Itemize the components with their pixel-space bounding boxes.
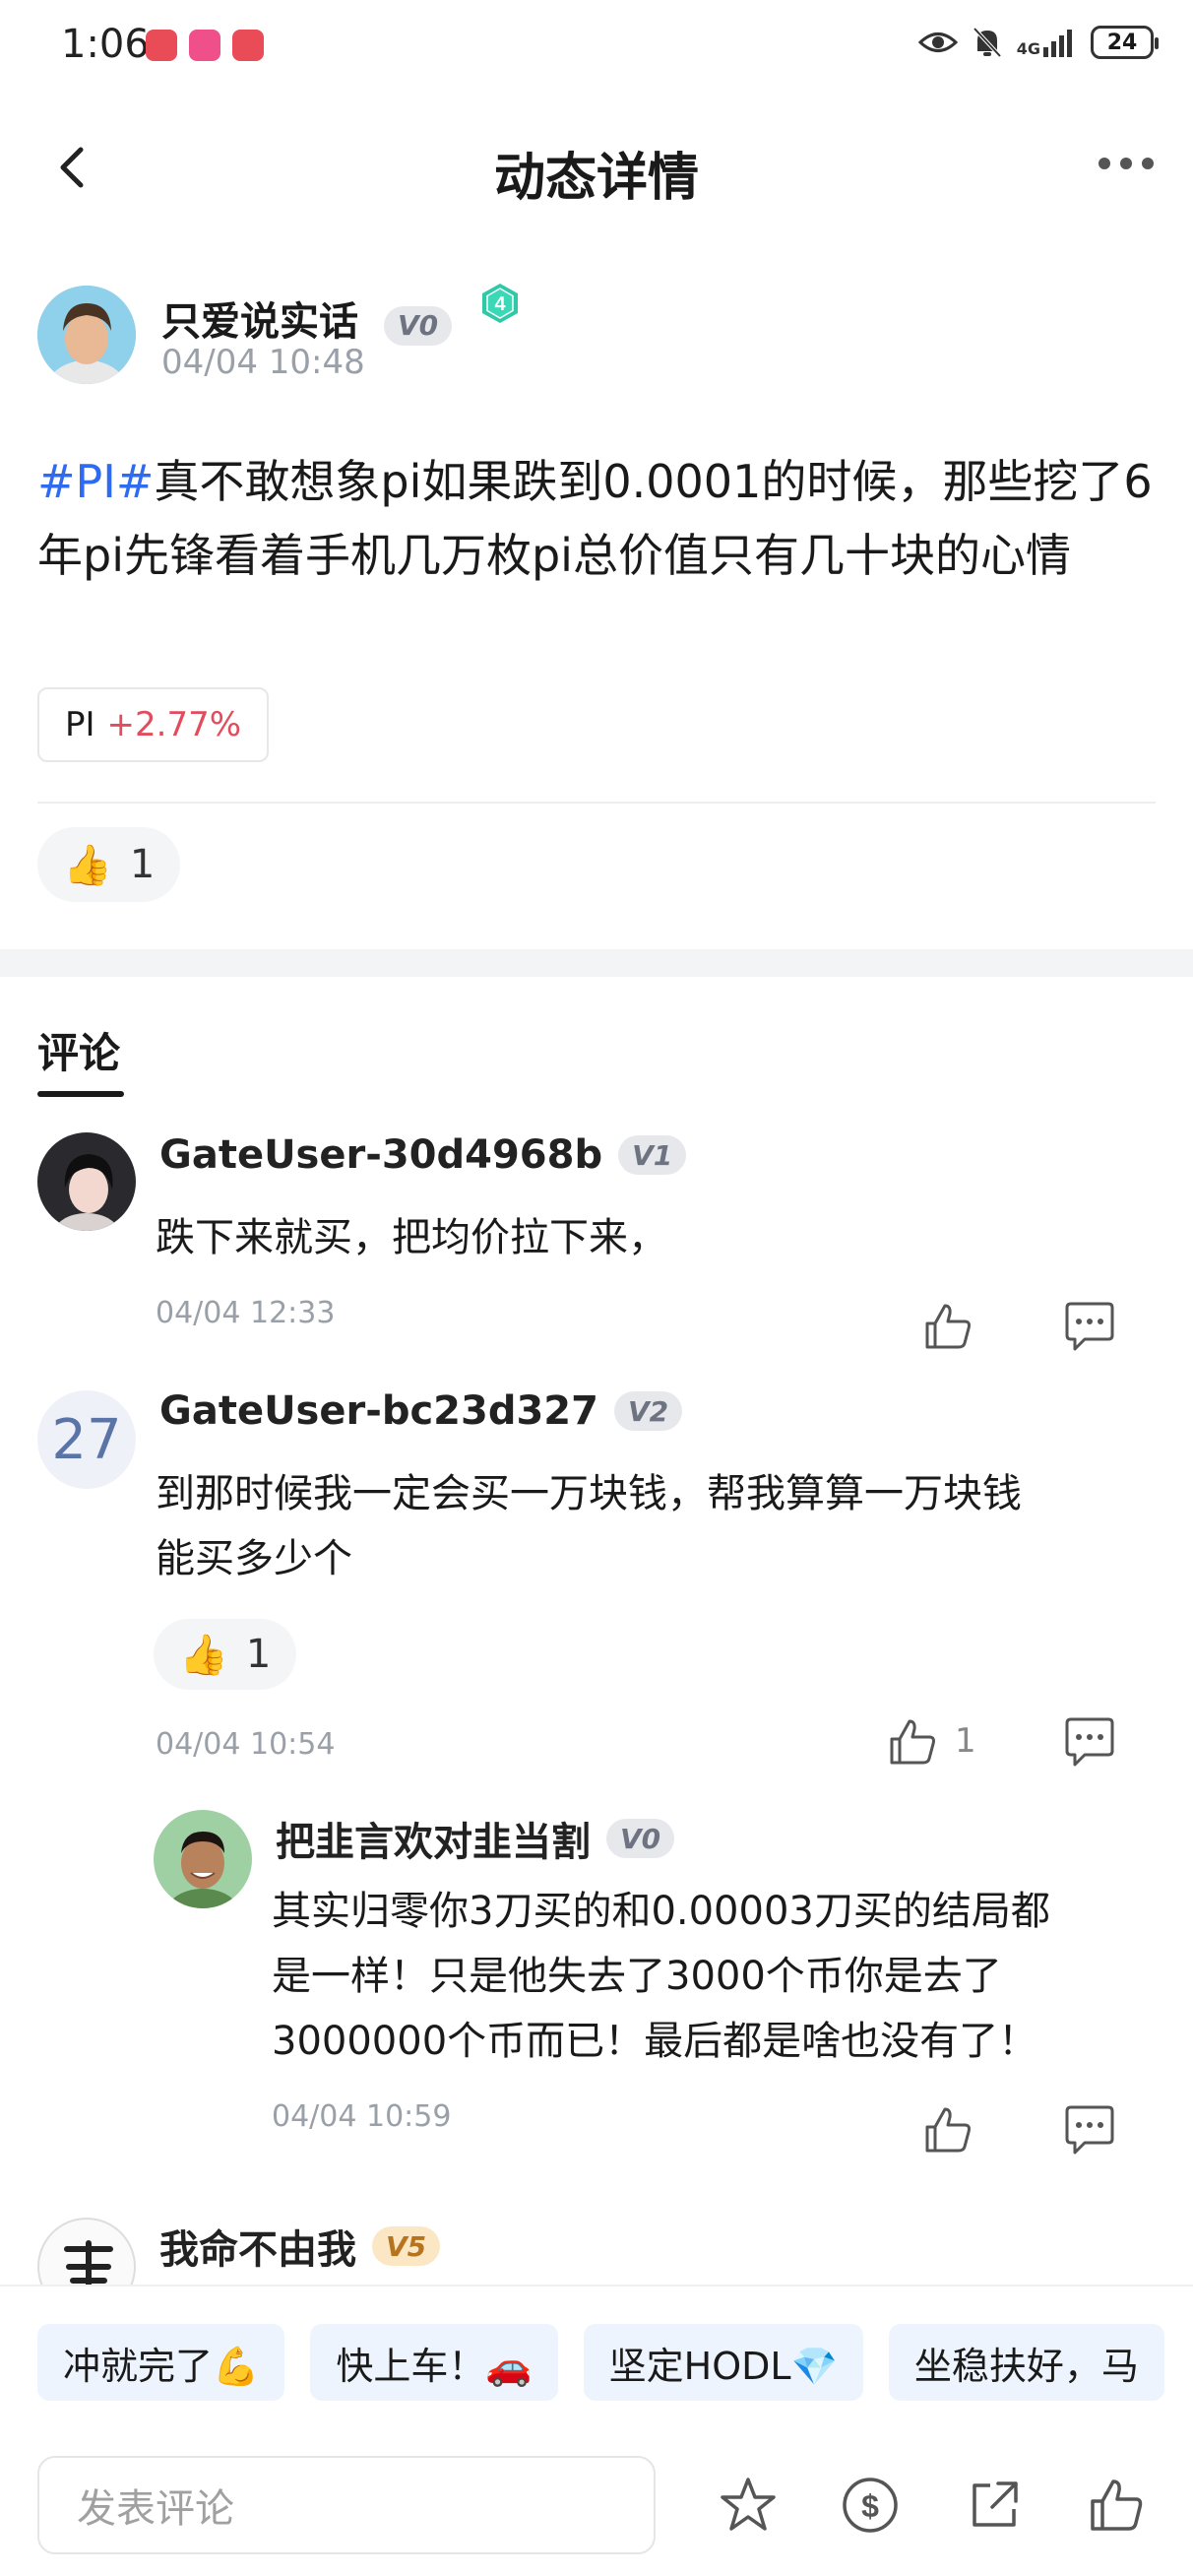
comment-text: 到那时候我一定会买一万块钱，帮我算算一万块钱 能买多少个 <box>156 1461 1140 1591</box>
commenter-name-row: GateUser-bc23d327 V2 <box>159 1388 683 1434</box>
comment-text-line: 到那时候我一定会买一万块钱，帮我算算一万块钱 <box>156 1471 1022 1516</box>
user-level-badge: V1 <box>618 1135 687 1175</box>
status-bar: 1:06 4G 24 <box>0 0 1193 98</box>
post-text: 真不敢想象pi如果跌到0.0001的时候，那些挖了6年pi先锋看着手机几万枚pi… <box>37 455 1153 582</box>
comment-date: 04/04 10:54 <box>156 1727 336 1762</box>
page-title: 动态详情 <box>493 149 699 208</box>
comments-tab[interactable]: 评论 <box>37 1020 120 1080</box>
comment-text: 其实归零你3刀买的和0.00003刀买的结局都 是一样！只是他失去了3000个币… <box>272 1879 1138 2074</box>
comment-reaction[interactable]: 👍 1 <box>154 1619 297 1690</box>
quick-reply-chips: 冲就完了💪 快上车！🚗 坚定HODL💎 坐稳扶好，马 <box>37 2324 1164 2401</box>
commenter-name[interactable]: GateUser-30d4968b <box>159 1132 602 1178</box>
commenter-name[interactable]: 我命不由我 <box>159 2218 356 2275</box>
svg-text:$: $ <box>861 2488 879 2524</box>
like-count: 1 <box>955 1721 976 1761</box>
header: 动态详情 <box>0 118 1193 217</box>
user-level-badge: V5 <box>372 2226 441 2266</box>
like-icon[interactable] <box>884 1713 941 1771</box>
user-level-badge: V0 <box>606 1819 675 1858</box>
avatar-initials: 27 <box>51 1407 122 1472</box>
share-icon[interactable] <box>963 2474 1026 2537</box>
reply-icon[interactable] <box>1061 1298 1118 1355</box>
eye-icon <box>917 32 958 52</box>
section-separator <box>0 949 1193 977</box>
comment-input[interactable]: 发表评论 <box>37 2456 656 2554</box>
user-level-badge: V2 <box>613 1391 683 1431</box>
post-content: #PI#真不敢想象pi如果跌到0.0001的时候，那些挖了6年pi先锋看着手机几… <box>37 445 1160 593</box>
mute-bell-icon <box>973 27 1002 58</box>
comments-tab-indicator <box>37 1091 124 1097</box>
app-notification-icon <box>146 30 177 61</box>
author-name-row: 只爱说实话 V0 <box>161 290 453 347</box>
tip-coin-icon[interactable]: $ <box>839 2474 902 2537</box>
quick-reply-chip[interactable]: 快上车！🚗 <box>310 2324 558 2401</box>
app-notification-icon <box>189 30 220 61</box>
reaction-count: 1 <box>129 842 156 887</box>
user-level-badge: V0 <box>383 305 453 346</box>
post-author: 只爱说实话 V0 4 04/04 10:48 <box>37 284 1160 394</box>
quick-reply-chip[interactable]: 冲就完了💪 <box>37 2324 285 2401</box>
hashtag-link[interactable]: #PI# <box>37 455 154 508</box>
comment-date: 04/04 12:33 <box>156 1296 336 1330</box>
commenter-name[interactable]: GateUser-bc23d327 <box>159 1388 598 1434</box>
author-name[interactable]: 只爱说实话 <box>161 299 358 345</box>
quick-reply-chip[interactable]: 坚定HODL💎 <box>583 2324 863 2401</box>
coin-change: +2.77% <box>106 705 242 744</box>
commenter-name[interactable]: 把韭言欢对韭当割 <box>276 1810 591 1867</box>
commenter-avatar[interactable] <box>37 1132 136 1231</box>
commenter-avatar[interactable] <box>154 1810 252 1908</box>
bottom-comment-bar: 冲就完了💪 快上车！🚗 坚定HODL💎 坐稳扶好，马 发表评论 $ <box>0 2285 1193 2576</box>
post-reaction[interactable]: 👍 1 <box>37 827 181 902</box>
commenter-name-row: GateUser-30d4968b V1 <box>159 1132 687 1178</box>
notification-icons <box>146 30 264 61</box>
like-icon[interactable] <box>919 1298 976 1355</box>
app-notification-icon <box>232 30 264 61</box>
divider <box>37 802 1156 804</box>
signal-icon: 4G <box>1017 28 1077 57</box>
comment-text-line: 能买多少个 <box>156 1536 352 1581</box>
coin-name: PI <box>65 705 95 744</box>
battery-indicator: 24 <box>1091 26 1159 59</box>
comment-text-line: 其实归零你3刀买的和0.00003刀买的结局都 <box>272 1889 1050 1934</box>
reaction-count: 1 <box>245 1632 272 1677</box>
more-options-icon[interactable] <box>1099 158 1154 169</box>
status-indicators: 4G 24 <box>917 26 1159 59</box>
like-icon[interactable] <box>1085 2474 1148 2537</box>
quick-reply-chip[interactable]: 坐稳扶好，马 <box>888 2324 1164 2401</box>
comment-date: 04/04 10:59 <box>272 2099 452 2134</box>
reply-icon[interactable] <box>1061 1713 1118 1771</box>
network-type: 4G <box>1016 39 1040 58</box>
rank-hexagon-badge: 4 <box>482 284 518 323</box>
commenter-avatar[interactable]: 27 <box>37 1390 136 1489</box>
comment-text-line: 3000000个币而已！最后都是啥也没有了！ <box>272 2019 1038 2064</box>
reply-icon[interactable] <box>1061 2101 1118 2158</box>
star-icon[interactable] <box>717 2474 780 2537</box>
comment-text: 跌下来就买，把均价拉下来， <box>156 1215 667 1260</box>
thumbs-up-emoji-icon: 👍 <box>179 1632 228 1678</box>
commenter-name-row: 我命不由我 V5 <box>159 2218 441 2275</box>
status-time: 1:06 <box>61 22 150 67</box>
post-date: 04/04 10:48 <box>161 343 365 382</box>
like-icon[interactable] <box>919 2101 976 2158</box>
author-avatar[interactable] <box>37 286 136 384</box>
commenter-name-row: 把韭言欢对韭当割 V0 <box>276 1810 675 1867</box>
coin-tag[interactable]: PI +2.77% <box>37 687 270 762</box>
rank-badge-number: 4 <box>494 293 506 315</box>
thumbs-up-emoji-icon: 👍 <box>63 842 112 888</box>
comment-text-line: 是一样！只是他失去了3000个币你是去了 <box>272 1954 1002 1999</box>
